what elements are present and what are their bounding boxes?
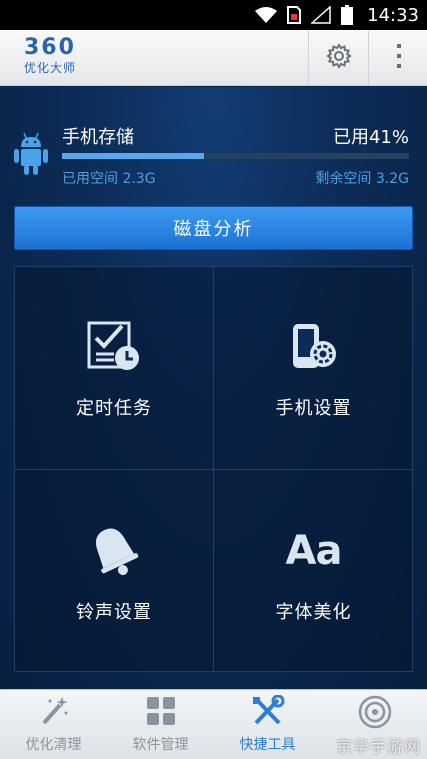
tool-scheduled-task[interactable]: 定时任务 (15, 267, 214, 470)
disk-analysis-button[interactable]: 磁盘分析 (14, 206, 413, 250)
storage-free-label: 剩余空间 3.2G (315, 171, 409, 187)
font-icon-glyph: Aa (285, 527, 343, 574)
storage-progress-fill (62, 153, 205, 159)
tool-label: 字体美化 (275, 601, 352, 623)
settings-button[interactable] (308, 30, 368, 86)
storage-progress-bar (62, 153, 409, 159)
app-logo: 360 优化大师 (24, 36, 76, 76)
bell-icon (87, 520, 141, 582)
nav-optimize-clean[interactable]: 优化清理 (0, 690, 107, 759)
clock: 14:33 (367, 4, 419, 26)
tool-label: 手机设置 (275, 398, 352, 419)
android-icon (12, 131, 50, 181)
storage-used-percent: 已用41% (332, 127, 409, 148)
tool-ringtone-settings[interactable]: 铃声设置 (15, 470, 214, 673)
main-content: 手机存储 已用41% 已用空间 2.3G 剩余空间 3.2G 磁盘分析 定时任务 (0, 87, 427, 689)
sim-icon (287, 6, 302, 24)
more-vertical-icon (396, 43, 402, 73)
signal-icon (311, 6, 331, 24)
tool-label: 铃声设置 (76, 601, 152, 623)
gear-icon (325, 43, 352, 73)
grid-icon (145, 695, 177, 731)
storage-used-label: 已用空间 2.3G (62, 171, 156, 187)
tools-grid: 定时任务 手机设置 铃声设置 Aa 字体美化 (14, 266, 413, 673)
nav-label: 快捷工具 (239, 737, 296, 753)
nav-quick-tools[interactable]: 快捷工具 (214, 690, 321, 759)
battery-icon (341, 5, 354, 25)
wifi-icon (255, 6, 278, 24)
status-bar: 14:33 (0, 0, 427, 30)
scheduled-task-icon (86, 316, 142, 378)
nav-label: 优化清理 (25, 737, 82, 753)
storage-title: 手机存储 (62, 127, 134, 148)
nav-software-manage[interactable]: 软件管理 (107, 690, 214, 759)
app-header: 360 优化大师 (0, 30, 427, 86)
font-icon: Aa (285, 520, 343, 582)
tool-label: 定时任务 (76, 398, 152, 419)
tools-icon (251, 694, 285, 731)
more-options-button[interactable] (368, 30, 427, 86)
watermark: 京华手游网 (335, 737, 421, 756)
nav-label: 软件管理 (132, 737, 189, 753)
logo-subtitle: 优化大师 (24, 61, 77, 75)
tool-font-beautify[interactable]: Aa 字体美化 (214, 470, 413, 673)
tool-phone-settings[interactable]: 手机设置 (214, 267, 413, 470)
phone-settings-icon (289, 316, 339, 378)
magic-wand-icon (38, 695, 70, 731)
storage-panel: 手机存储 已用41% 已用空间 2.3G 剩余空间 3.2G (0, 87, 427, 202)
radar-icon (358, 695, 392, 733)
logo-number: 360 (24, 35, 76, 60)
